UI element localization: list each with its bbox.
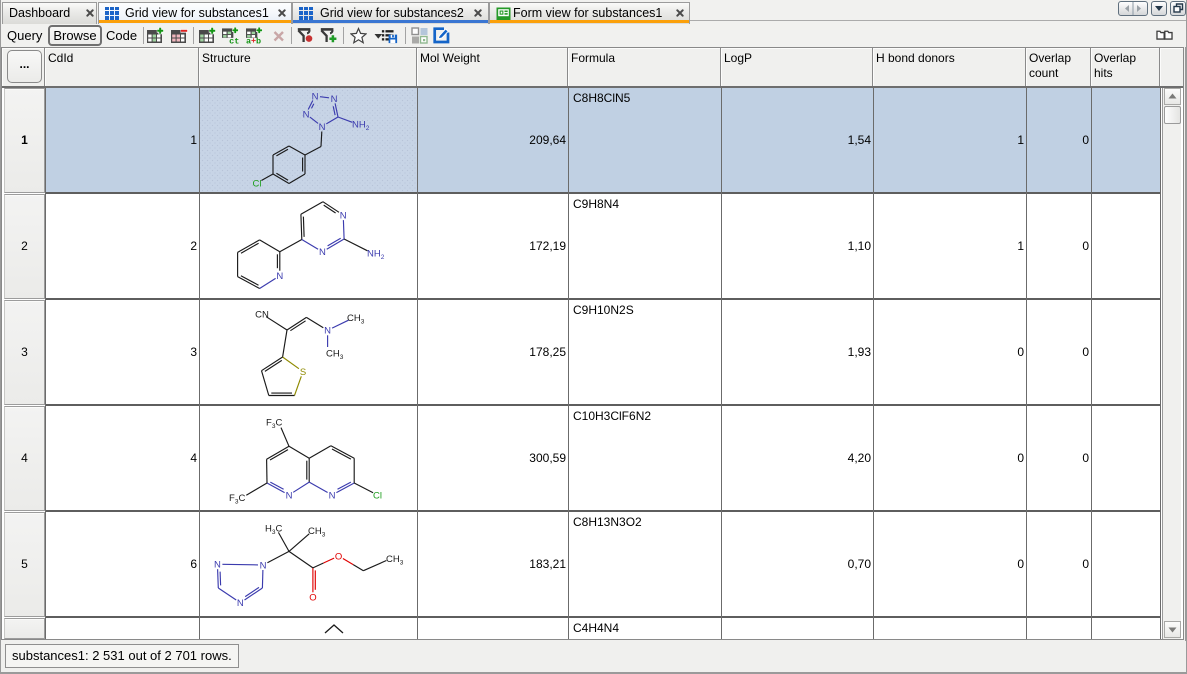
svg-text:N: N (303, 109, 310, 120)
svg-text:NH2: NH2 (367, 248, 385, 260)
svg-text:N: N (237, 598, 244, 609)
svg-text:N: N (319, 122, 326, 133)
svg-text:N: N (286, 490, 293, 501)
svg-text:F3C: F3C (266, 417, 282, 430)
svg-text:S: S (300, 367, 306, 378)
svg-text:N: N (319, 247, 326, 258)
svg-text:F3C: F3C (229, 493, 245, 506)
svg-text:N: N (329, 490, 336, 501)
svg-text:H3C: H3C (265, 523, 283, 536)
svg-text:CN: CN (255, 309, 269, 320)
svg-text:Cl: Cl (373, 490, 382, 501)
svg-text:N: N (340, 210, 347, 221)
svg-text:N: N (331, 94, 338, 105)
svg-text:CH3: CH3 (386, 554, 404, 567)
svg-text:CH3: CH3 (326, 348, 344, 361)
svg-text:Cl: Cl (253, 178, 262, 189)
svg-text:O: O (335, 551, 342, 562)
svg-text:CH3: CH3 (347, 313, 365, 326)
svg-text:O: O (309, 593, 316, 604)
svg-text:N: N (324, 326, 331, 337)
svg-text:N: N (312, 91, 319, 102)
svg-text:N: N (214, 560, 221, 571)
svg-text:N: N (276, 271, 283, 282)
svg-text:CH3: CH3 (308, 526, 326, 539)
svg-text:b: b (256, 37, 261, 44)
svg-text:N: N (260, 560, 267, 571)
svg-text:ct: ct (229, 37, 239, 44)
svg-text:NH2: NH2 (352, 119, 370, 132)
